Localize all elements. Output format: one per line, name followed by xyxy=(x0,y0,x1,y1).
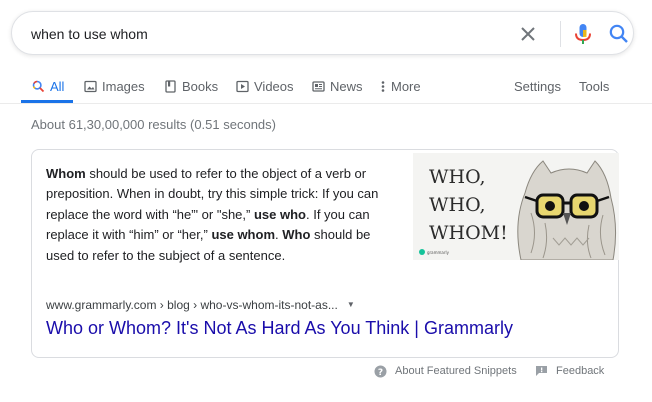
cite-url: www.grammarly.com › blog › who-vs-whom-i… xyxy=(46,298,338,312)
owl-illustration: WHO, WHO, WHOM! grammarly xyxy=(413,153,619,260)
tab-settings[interactable]: Settings xyxy=(514,68,561,104)
featured-snippet: Whom should be used to refer to the obje… xyxy=(31,149,619,358)
help-icon: ? xyxy=(374,365,387,378)
tools-label: Tools xyxy=(579,78,610,94)
cite-menu-arrow-icon[interactable]: ▼ xyxy=(347,300,355,309)
snippet-segment: Whom xyxy=(46,166,86,181)
more-vertical-icon xyxy=(381,80,385,92)
settings-label: Settings xyxy=(514,78,561,94)
search-bar xyxy=(11,11,634,55)
tab-books[interactable]: Books xyxy=(164,68,218,104)
result-cite: www.grammarly.com › blog › who-vs-whom-i… xyxy=(46,298,355,312)
result-title-link[interactable]: Who or Whom? It's Not As Hard As You Thi… xyxy=(46,318,513,339)
book-icon xyxy=(165,79,176,93)
tab-tools[interactable]: Tools xyxy=(579,68,609,104)
search-icon xyxy=(609,24,628,43)
microphone-icon xyxy=(575,24,591,44)
search-input[interactable] xyxy=(31,24,491,44)
image-text-line: WHOM! xyxy=(429,222,508,244)
feedback-link[interactable]: Feedback xyxy=(535,363,604,379)
result-stats: About 61,30,00,000 results (0.51 seconds… xyxy=(31,117,276,132)
image-icon xyxy=(84,80,97,92)
tab-images[interactable]: Images xyxy=(84,68,145,104)
snippet-text: Whom should be used to refer to the obje… xyxy=(46,164,402,266)
tab-label: All xyxy=(50,78,65,94)
voice-search-button[interactable] xyxy=(572,22,594,46)
image-text-line: WHO, xyxy=(429,166,486,188)
tab-news[interactable]: News xyxy=(312,68,363,104)
search-icon xyxy=(32,80,45,92)
tab-label: Images xyxy=(102,78,145,94)
video-icon xyxy=(236,80,249,92)
snippet-image[interactable]: WHO, WHO, WHOM! grammarly xyxy=(413,153,619,260)
search-button[interactable] xyxy=(607,22,631,46)
feedback-label: Feedback xyxy=(556,365,605,377)
tab-label: News xyxy=(330,78,363,94)
snippet-segment: use who xyxy=(253,206,306,222)
news-icon xyxy=(312,80,325,92)
search-tabs: All Images Books Videos News More Settin… xyxy=(0,68,652,104)
tab-label: Books xyxy=(182,78,219,94)
close-icon xyxy=(521,27,535,41)
svg-text:?: ? xyxy=(378,368,383,378)
image-text-line: WHO, xyxy=(429,194,486,216)
brand-label: grammarly xyxy=(427,250,450,255)
tabs-divider xyxy=(0,103,652,104)
tab-label: More xyxy=(391,78,421,94)
clear-search-button[interactable] xyxy=(517,23,539,45)
search-bar-divider xyxy=(560,21,561,47)
tab-label: Videos xyxy=(254,78,294,94)
tab-more[interactable]: More xyxy=(380,68,421,104)
snippet-segment: use whom xyxy=(211,227,276,243)
tab-all[interactable]: All xyxy=(32,68,64,104)
snippet-segment: Who xyxy=(282,227,311,243)
about-label: About Featured Snippets xyxy=(395,365,517,377)
feedback-icon xyxy=(536,366,547,376)
about-featured-snippets-link[interactable]: ? About Featured Snippets xyxy=(374,363,517,379)
tab-videos[interactable]: Videos xyxy=(236,68,294,104)
